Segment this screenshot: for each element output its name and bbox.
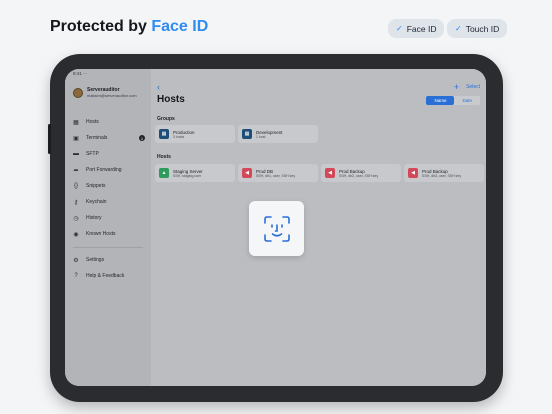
terminal-icon: ▣ [73,135,79,142]
sidebar-item-help-feedback[interactable]: ? Help & Feedback [73,270,145,282]
back-chevron-icon[interactable]: ‹ [157,82,160,92]
sidebar-item-label: Keychain [86,199,107,205]
account-email: maksim@serverauditor.com [87,93,137,98]
hosts-section-label: Hosts [157,154,171,160]
group-icon: ▦ [242,129,252,139]
host-subtitle: SSH, staging.user [173,173,202,178]
sidebar-item-keychain[interactable]: ⚷ Keychain [73,196,145,208]
face-id-pill: ✓ Face ID [388,19,445,38]
touch-id-pill-label: Touch ID [465,23,500,34]
host-subtitle: SSH, db3, user, SSH key [422,173,462,178]
face-id-icon [263,215,290,242]
group-card-development[interactable]: ▦ Development 1 host [238,125,318,143]
sidebar-item-label: Port Forwarding [86,167,122,173]
host-card-prod-db[interactable]: ◀ Prod DB SSH, db1, user, SSH key [238,164,318,182]
server-icon: ▲ [159,168,169,178]
terminals-count-badge: 1 [139,135,145,141]
sidebar-item-label: Known Hosts [86,231,116,237]
server-icon: ◀ [325,168,335,178]
sidebar-item-label: Snippets [86,183,106,189]
sidebar: 9:41 ··· Serverauditor maksim@serveraudi… [65,69,151,386]
sidebar-item-settings[interactable]: ⚙ Settings [73,254,145,266]
host-card-staging-server[interactable]: ▲ Staging Server SSH, staging.user [155,164,235,182]
sort-date-option[interactable]: Date [454,96,480,105]
check-icon: ✓ [396,24,403,33]
face-id-pill-label: Face ID [406,23,437,34]
side-button [48,124,51,154]
sidebar-item-hosts[interactable]: ▦ Hosts [73,116,145,128]
headline-prefix: Protected by [50,18,152,35]
group-name: Production [173,129,195,135]
globe-icon: ◉ [73,231,79,238]
server-icon: ◀ [408,168,418,178]
key-icon: ⚷ [73,199,79,206]
group-subtitle: 3 hosts [173,134,185,139]
sidebar-item-terminals[interactable]: ▣ Terminals 1 [73,132,145,144]
add-plus-icon[interactable]: + [454,82,459,92]
sidebar-item-label: SFTP [86,151,99,157]
server-icon: ◀ [242,168,252,178]
gear-icon: ⚙ [73,257,79,264]
folder-icon: ▬ [73,151,79,157]
group-icon: ▦ [159,129,169,139]
sidebar-item-label: Hosts [86,119,99,125]
sidebar-item-sftp[interactable]: ▬ SFTP [73,148,145,160]
touch-id-pill: ✓ Touch ID [447,19,508,38]
group-name: Development [256,129,283,135]
sidebar-item-history[interactable]: ◷ History [73,212,145,224]
account-header[interactable]: Serverauditor maksim@serverauditor.com [73,87,137,98]
sidebar-item-port-forwarding[interactable]: ➦ Port Forwarding [73,164,145,176]
select-button[interactable]: Select [466,84,480,90]
headline-accent: Face ID [151,18,209,35]
hosts-panel: ‹ Hosts + Select Name Date Groups ▦ Prod… [151,69,486,386]
help-icon: ? [74,273,78,279]
status-bar: 9:41 ··· [73,71,88,76]
sort-segmented-control: Name Date [426,96,480,105]
sidebar-item-known-hosts[interactable]: ◉ Known Hosts [73,228,145,240]
forward-icon: ➦ [73,167,79,174]
avatar [73,87,83,98]
groups-section-label: Groups [157,116,175,122]
face-id-prompt [249,201,304,256]
sidebar-item-label: Terminals [86,135,108,141]
host-subtitle: SSH, db1, user, SSH key [256,173,296,178]
host-card-prod-backup[interactable]: ◀ Prod Backup SSH, db2, user, SSH key [321,164,401,182]
sidebar-item-label: Settings [86,257,105,263]
sidebar-item-snippets[interactable]: {} Snippets [73,180,145,192]
sidebar-divider [73,247,143,248]
group-card-production[interactable]: ▦ Production 3 hosts [155,125,235,143]
host-subtitle: SSH, db2, user, SSH key [339,173,379,178]
braces-icon: {} [73,183,78,189]
page-title: Hosts [157,94,185,105]
check-icon: ✓ [455,24,462,33]
grid-icon: ▦ [73,119,79,126]
group-subtitle: 1 host [256,134,266,139]
sidebar-item-label: History [86,215,102,221]
host-name: Staging Server [173,168,203,174]
sort-name-option[interactable]: Name [426,96,455,105]
host-card-prod-backup-2[interactable]: ◀ Prod Backup SSH, db3, user, SSH key [404,164,484,182]
clock-icon: ◷ [73,215,79,222]
sidebar-item-label: Help & Feedback [86,273,125,279]
page-headline: Protected by Face ID [50,18,208,36]
